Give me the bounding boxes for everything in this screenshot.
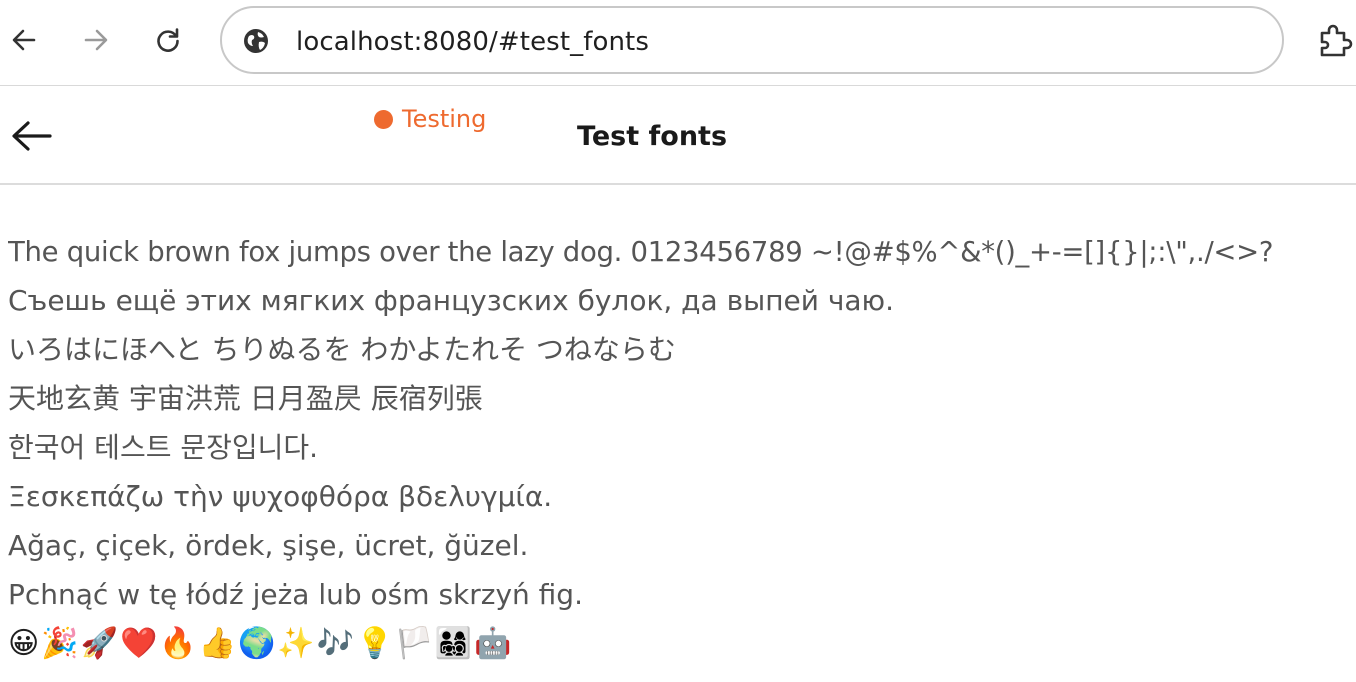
browser-forward-button[interactable] [78,22,114,58]
arrow-left-icon [12,121,52,151]
sample-turkish: Ağaç, çiçek, ördek, şişe, ücret, ğüzel. [8,529,529,562]
arrow-right-icon [84,29,108,51]
arrow-left-icon [12,29,36,51]
sample-latin: The quick brown fox jumps over the lazy … [8,236,1274,268]
extensions-button[interactable] [1316,22,1356,58]
sample-polish: Pchnąć w tę łódź jeża lub ośm skrzyń fig… [8,578,583,611]
url-text[interactable]: localhost:8080/#test_fonts [296,26,649,58]
status-dot-icon [374,109,393,129]
address-bar[interactable]: localhost:8080/#test_fonts [220,6,1284,74]
sample-greek: Ξεσκεπάζω τὴν ψυχοφθόρα βδελυγμία. [8,480,553,513]
reload-icon [157,28,179,52]
app-back-button[interactable] [10,119,54,153]
status-badge: Testing [374,105,486,133]
status-label: Testing [402,105,487,133]
app-header: Testing Test fonts [0,87,1356,185]
globe-icon[interactable] [242,27,270,55]
page-title: Test fonts [577,121,728,152]
sample-emoji: 😀🎉🚀❤️🔥👍🌍✨🎶💡🏳️👨‍👩‍👧‍👦🤖 [8,626,514,661]
puzzle-icon [1320,24,1353,57]
sample-chinese: 天地玄黄 宇宙洪荒 日月盈昃 辰宿列張 [8,382,483,415]
sample-korean: 한국어 테스트 문장입니다. [8,431,319,464]
sample-japanese: いろはにほへと ちりぬるを わかよたれそ つねならむ [8,333,676,366]
font-samples: The quick brown fox jumps over the lazy … [8,232,1353,673]
sample-cyrillic: Съешь ещё этих мягких французских булок,… [8,284,894,317]
browser-toolbar: localhost:8080/#test_fonts [0,0,1356,86]
browser-back-button[interactable] [6,22,42,58]
browser-reload-button[interactable] [150,22,186,58]
